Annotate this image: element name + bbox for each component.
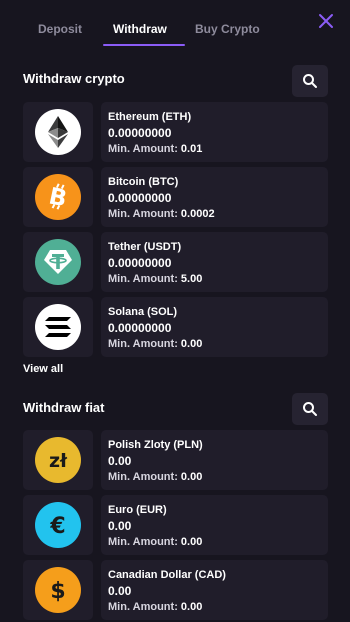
active-tab-indicator <box>103 44 185 46</box>
coin-info: Solana (SOL) 0.00000000 Min. Amount: 0.0… <box>101 297 328 357</box>
fiat-row-pln[interactable]: zł Polish Zloty (PLN) 0.00 Min. Amount: … <box>23 430 328 490</box>
search-icon <box>303 402 317 416</box>
withdraw-crypto-title: Withdraw crypto <box>23 71 125 86</box>
coin-name: Solana (SOL) <box>108 306 178 318</box>
currency-balance: 0.00 <box>108 519 132 533</box>
tab-deposit[interactable]: Deposit <box>38 22 82 36</box>
view-all-link[interactable]: View all <box>23 363 63 375</box>
currency-icon-cell: € <box>23 495 93 555</box>
min-amount-label: Min. Amount: <box>108 601 178 613</box>
search-icon <box>303 74 317 88</box>
min-amount-value: 0.00 <box>180 601 203 613</box>
coin-name: Bitcoin (BTC) <box>108 176 179 188</box>
coin-balance: 0.00000000 <box>108 191 172 205</box>
currency-info: Canadian Dollar (CAD) 0.00 Min. Amount: … <box>101 560 328 620</box>
min-amount: Min. Amount: 5.00 <box>108 272 328 287</box>
solana-icon <box>35 304 81 350</box>
min-amount-label: Min. Amount: <box>108 273 178 285</box>
fiat-row-cad[interactable]: $ Canadian Dollar (CAD) 0.00 Min. Amount… <box>23 560 328 620</box>
tether-icon <box>35 239 81 285</box>
fiat-search-button[interactable] <box>292 393 328 425</box>
coin-name: Tether (USDT) <box>108 241 182 253</box>
coin-icon-cell: B <box>23 167 93 227</box>
coin-icon-cell <box>23 297 93 357</box>
currency-balance: 0.00 <box>108 584 132 598</box>
min-amount-label: Min. Amount: <box>108 471 178 483</box>
zloty-icon: zł <box>35 437 81 483</box>
min-amount-value: 0.00 <box>180 536 203 548</box>
min-amount-label: Min. Amount: <box>108 208 178 220</box>
min-amount-label: Min. Amount: <box>108 338 178 350</box>
currency-name: Canadian Dollar (CAD) <box>108 569 226 581</box>
currency-icon-cell: $ <box>23 560 93 620</box>
ethereum-icon <box>35 109 81 155</box>
min-amount-value: 5.00 <box>180 273 203 285</box>
min-amount: Min. Amount: 0.00 <box>108 470 328 485</box>
min-amount-value: 0.00 <box>180 471 203 483</box>
coin-name: Ethereum (ETH) <box>108 111 192 123</box>
min-amount: Min. Amount: 0.0002 <box>108 207 328 222</box>
crypto-row-usdt[interactable]: Tether (USDT) 0.00000000 Min. Amount: 5.… <box>23 232 328 292</box>
tab-bar: Deposit Withdraw Buy Crypto <box>0 0 350 48</box>
min-amount-label: Min. Amount: <box>108 143 178 155</box>
crypto-row-sol[interactable]: Solana (SOL) 0.00000000 Min. Amount: 0.0… <box>23 297 328 357</box>
min-amount-label: Min. Amount: <box>108 536 178 548</box>
coin-balance: 0.00000000 <box>108 256 172 270</box>
euro-icon: € <box>35 502 81 548</box>
min-amount-value: 0.01 <box>180 143 203 155</box>
currency-info: Polish Zloty (PLN) 0.00 Min. Amount: 0.0… <box>101 430 328 490</box>
coin-info: Tether (USDT) 0.00000000 Min. Amount: 5.… <box>101 232 328 292</box>
svg-text:zł: zł <box>49 450 68 472</box>
fiat-row-eur[interactable]: € Euro (EUR) 0.00 Min. Amount: 0.00 <box>23 495 328 555</box>
close-icon <box>319 14 333 28</box>
close-button[interactable] <box>316 11 336 31</box>
coin-info: Ethereum (ETH) 0.00000000 Min. Amount: 0… <box>101 102 328 162</box>
min-amount: Min. Amount: 0.00 <box>108 600 328 615</box>
crypto-row-btc[interactable]: B Bitcoin (BTC) 0.00000000 Min. Amount: … <box>23 167 328 227</box>
svg-text:€: € <box>49 514 65 539</box>
min-amount: Min. Amount: 0.00 <box>108 337 328 352</box>
min-amount-value: 0.0002 <box>180 208 215 220</box>
bitcoin-icon: B <box>35 174 81 220</box>
currency-info: Euro (EUR) 0.00 Min. Amount: 0.00 <box>101 495 328 555</box>
currency-name: Euro (EUR) <box>108 504 167 516</box>
withdraw-panel: Deposit Withdraw Buy Crypto Withdraw cry… <box>0 0 350 622</box>
min-amount: Min. Amount: 0.00 <box>108 535 328 550</box>
withdraw-fiat-title: Withdraw fiat <box>23 400 105 415</box>
crypto-row-eth[interactable]: Ethereum (ETH) 0.00000000 Min. Amount: 0… <box>23 102 328 162</box>
coin-icon-cell <box>23 232 93 292</box>
coin-icon-cell <box>23 102 93 162</box>
crypto-search-button[interactable] <box>292 65 328 97</box>
coin-balance: 0.00000000 <box>108 321 172 335</box>
min-amount: Min. Amount: 0.01 <box>108 142 328 157</box>
currency-balance: 0.00 <box>108 454 132 468</box>
dollar-icon: $ <box>35 567 81 613</box>
currency-icon-cell: zł <box>23 430 93 490</box>
min-amount-value: 0.00 <box>180 338 203 350</box>
currency-name: Polish Zloty (PLN) <box>108 439 203 451</box>
tab-buy-crypto[interactable]: Buy Crypto <box>195 22 260 36</box>
tab-withdraw[interactable]: Withdraw <box>113 22 167 36</box>
svg-text:$: $ <box>50 579 65 604</box>
coin-info: Bitcoin (BTC) 0.00000000 Min. Amount: 0.… <box>101 167 328 227</box>
coin-balance: 0.00000000 <box>108 126 172 140</box>
